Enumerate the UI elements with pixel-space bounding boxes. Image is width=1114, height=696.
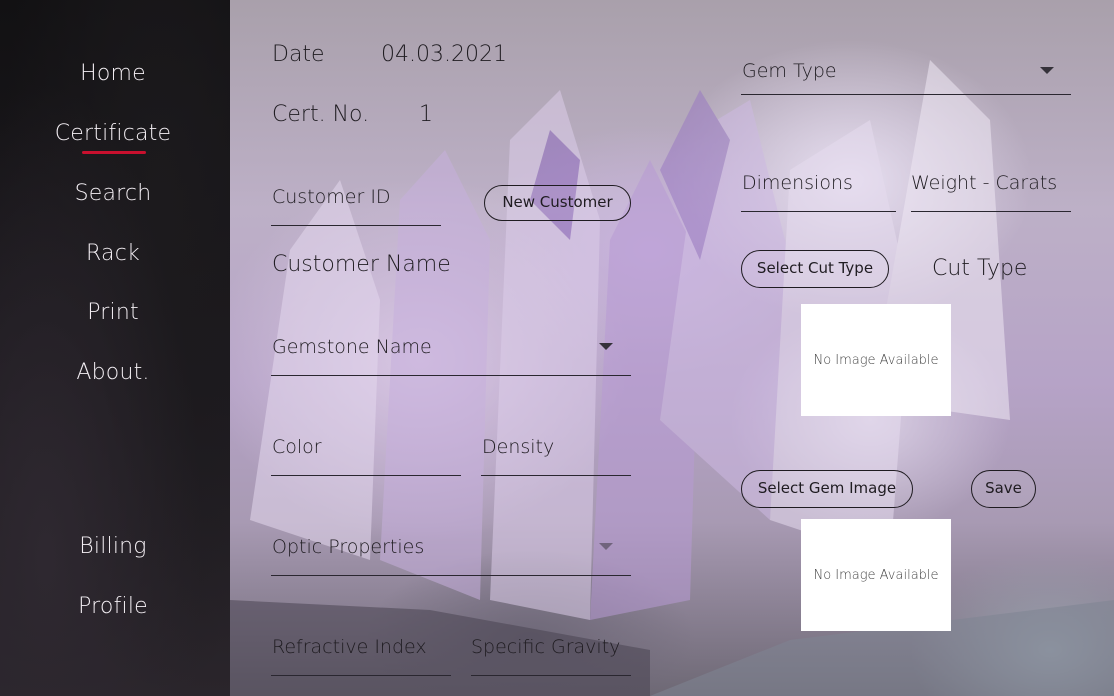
optic-properties-select[interactable]: Optic Properties	[272, 536, 424, 558]
density-field[interactable]: Density	[482, 436, 554, 458]
chevron-down-icon[interactable]	[599, 543, 613, 550]
specific-gravity-field[interactable]: Specific Gravity	[471, 636, 620, 658]
specific-gravity-underline	[471, 675, 631, 676]
save-button[interactable]: Save	[971, 470, 1036, 508]
gem-type-underline	[741, 94, 1071, 95]
select-gem-image-button[interactable]: Select Gem Image	[741, 470, 913, 508]
sidebar-item-home[interactable]: Home	[0, 61, 226, 86]
sidebar-item-print[interactable]: Print	[0, 300, 226, 325]
sidebar: Home Certificate Search Rack Print About…	[0, 0, 230, 696]
chevron-down-icon[interactable]	[599, 343, 613, 350]
density-underline	[481, 475, 631, 476]
customer-name-label: Customer Name	[272, 252, 451, 277]
cut-image-placeholder-text: No Image Available	[813, 352, 939, 368]
sidebar-item-rack[interactable]: Rack	[0, 241, 226, 266]
customer-id-field[interactable]: Customer ID	[272, 186, 391, 208]
gem-type-select[interactable]: Gem Type	[742, 60, 837, 82]
optic-properties-underline	[271, 575, 631, 576]
chevron-down-icon[interactable]	[1040, 67, 1054, 74]
sidebar-item-profile[interactable]: Profile	[0, 594, 226, 619]
refractive-index-underline	[271, 675, 451, 676]
certificate-form-area: Date 04.03.2021 Cert. No. 1 Customer ID …	[230, 0, 1114, 696]
customer-id-underline	[271, 225, 441, 226]
select-cut-type-button[interactable]: Select Cut Type	[741, 250, 889, 288]
gemstone-name-select[interactable]: Gemstone Name	[272, 336, 432, 358]
cert-number-value: 1	[419, 102, 433, 127]
date-label: Date	[272, 42, 325, 67]
gemstone-name-underline	[271, 375, 631, 376]
date-value: 04.03.2021	[381, 42, 507, 67]
gem-image: No Image Available	[801, 519, 951, 631]
sidebar-item-search[interactable]: Search	[0, 181, 226, 206]
dimensions-field[interactable]: Dimensions	[742, 172, 853, 194]
gem-image-placeholder-text: No Image Available	[813, 567, 939, 583]
cert-number-label: Cert. No.	[272, 102, 370, 127]
sidebar-item-about[interactable]: About.	[0, 360, 226, 385]
active-nav-indicator	[82, 151, 146, 154]
weight-underline	[911, 211, 1071, 212]
new-customer-button[interactable]: New Customer	[484, 185, 631, 221]
cut-type-label: Cut Type	[932, 256, 1028, 281]
color-field[interactable]: Color	[272, 436, 322, 458]
refractive-index-field[interactable]: Refractive Index	[272, 636, 427, 658]
dimensions-underline	[741, 211, 896, 212]
sidebar-item-certificate[interactable]: Certificate	[0, 121, 226, 146]
sidebar-item-billing[interactable]: Billing	[0, 534, 226, 559]
weight-carats-field[interactable]: Weight - Carats	[911, 172, 1057, 194]
cut-type-image: No Image Available	[801, 304, 951, 416]
color-underline	[271, 475, 461, 476]
